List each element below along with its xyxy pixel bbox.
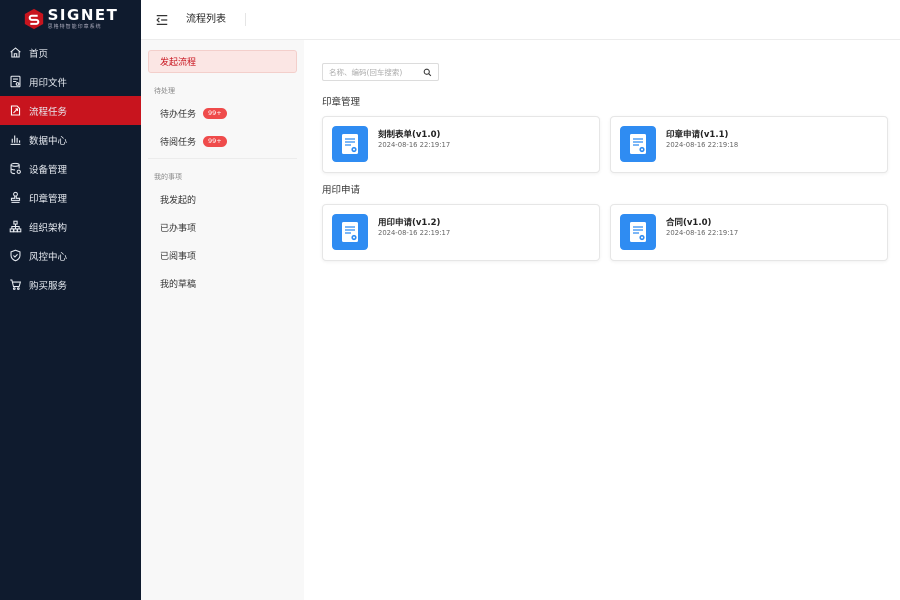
sidebar-item-organization[interactable]: 组织架构 <box>0 212 141 241</box>
sidebar-item-label: 数据中心 <box>29 135 68 147</box>
process-card[interactable]: 用印申请(v1.2) 2024-08-16 22:19:17 <box>322 204 600 261</box>
sidebar-item-data-center[interactable]: 数据中心 <box>0 125 141 154</box>
process-card[interactable]: 合同(v1.0) 2024-08-16 22:19:17 <box>610 204 888 261</box>
sidebar-item-label: 首页 <box>29 48 49 60</box>
sidebar-item-risk-control[interactable]: 风控中心 <box>0 241 141 270</box>
sidebar-item-label: 设备管理 <box>29 164 68 176</box>
submenu-item-drafts[interactable]: 我的草稿 <box>148 269 297 297</box>
process-card-time: 2024-08-16 22:19:18 <box>666 141 739 149</box>
database-icon <box>10 162 21 175</box>
sidebar-item-workflow[interactable]: 流程任务 <box>0 96 141 125</box>
form-document-icon <box>332 126 368 162</box>
submenu-group-pending: 待处理 <box>154 87 175 95</box>
submenu-group-mine: 我的事项 <box>154 173 182 181</box>
submenu-divider <box>148 158 297 159</box>
search-icon[interactable] <box>423 68 432 77</box>
process-card-name: 印章申请(v1.1) <box>666 130 729 140</box>
search-box <box>322 63 439 81</box>
sidebar-nav: 首页 用印文件 流程任务 数据中心 设备管理 印章管理 组织架构 风控中心 购买… <box>0 38 141 299</box>
process-card-time: 2024-08-16 22:19:17 <box>378 229 451 237</box>
org-chart-icon <box>9 220 22 233</box>
menu-collapse-icon[interactable] <box>155 13 169 27</box>
signet-logo-icon <box>24 8 43 30</box>
submenu-item-toread[interactable]: 待阅任务 99+ <box>148 127 297 155</box>
form-document-icon <box>332 214 368 250</box>
workflow-submenu: 发起流程 待处理 待办任务 99+ 待阅任务 99+ 我的事项 我发起的 已办事… <box>141 40 304 600</box>
sidebar-item-seals[interactable]: 印章管理 <box>0 183 141 212</box>
form-document-icon <box>620 214 656 250</box>
submenu-item-read[interactable]: 已阅事项 <box>148 241 297 269</box>
sidebar-item-documents[interactable]: 用印文件 <box>0 67 141 96</box>
sidebar-item-label: 购买服务 <box>29 280 68 292</box>
submenu-item-label: 待阅任务 <box>160 137 197 148</box>
document-icon <box>10 75 21 88</box>
cart-icon <box>10 279 22 290</box>
process-card[interactable]: 印章申请(v1.1) 2024-08-16 22:19:18 <box>610 116 888 173</box>
home-icon <box>10 47 21 58</box>
section-title-seal-management: 印章管理 <box>322 97 361 108</box>
sidebar-item-home[interactable]: 首页 <box>0 38 141 67</box>
submenu-item-initiated[interactable]: 我发起的 <box>148 185 297 213</box>
submenu-item-start-process[interactable]: 发起流程 <box>148 50 297 73</box>
sidebar-item-label: 风控中心 <box>29 251 68 263</box>
bar-chart-icon <box>10 135 21 145</box>
todo-count-badge: 99+ <box>203 107 227 119</box>
submenu-item-todo[interactable]: 待办任务 99+ <box>148 99 297 127</box>
submenu-item-label: 待办任务 <box>160 109 197 120</box>
sidebar-item-devices[interactable]: 设备管理 <box>0 154 141 183</box>
brand-name: SIGNET <box>47 6 119 24</box>
process-card-name: 用印申请(v1.2) <box>378 218 441 228</box>
process-card-time: 2024-08-16 22:19:17 <box>666 229 739 237</box>
stamp-icon <box>10 191 21 203</box>
sidebar-item-purchase[interactable]: 购买服务 <box>0 270 141 299</box>
sidebar-item-label: 流程任务 <box>29 106 68 118</box>
workflow-icon <box>10 105 21 116</box>
process-card-time: 2024-08-16 22:19:17 <box>378 141 451 149</box>
top-bar: 流程列表 <box>141 0 900 40</box>
sidebar: SIGNET 思格特智能印章系统 首页 用印文件 流程任务 数据中心 设备管理 … <box>0 0 141 600</box>
shield-icon <box>10 249 21 262</box>
form-document-icon <box>620 126 656 162</box>
toread-count-badge: 99+ <box>203 135 227 147</box>
sidebar-item-label: 组织架构 <box>29 222 68 234</box>
submenu-item-done[interactable]: 已办事项 <box>148 213 297 241</box>
process-card-name: 合同(v1.0) <box>666 218 712 228</box>
logo[interactable]: SIGNET 思格特智能印章系统 <box>0 0 141 36</box>
process-card-name: 刻制表单(v1.0) <box>378 130 441 140</box>
process-card[interactable]: 刻制表单(v1.0) 2024-08-16 22:19:17 <box>322 116 600 173</box>
page-tab-title[interactable]: 流程列表 <box>186 13 246 26</box>
main-content: 印章管理 刻制表单(v1.0) 2024-08-16 22:19:17 印章申请… <box>304 40 900 600</box>
section-title-seal-application: 用印申请 <box>322 185 361 196</box>
search-input[interactable] <box>329 67 421 77</box>
sidebar-item-label: 用印文件 <box>29 77 68 89</box>
brand-subtitle: 思格特智能印章系统 <box>47 24 102 30</box>
sidebar-item-label: 印章管理 <box>29 193 68 205</box>
